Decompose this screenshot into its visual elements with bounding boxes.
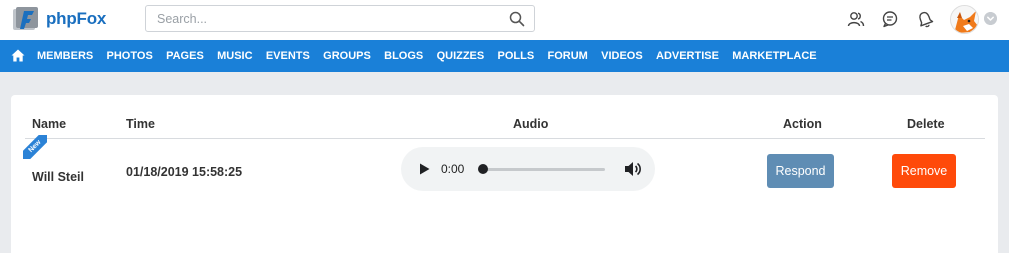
audio-progress-bar[interactable] (481, 168, 605, 171)
logo-text: phpFox (46, 9, 107, 28)
nav-item-photos[interactable]: PHOTOS (107, 50, 153, 62)
column-header-name: Name (32, 117, 67, 131)
column-header-delete: Delete (907, 117, 945, 131)
new-badge-label: New (23, 135, 47, 159)
new-badge: New (23, 135, 47, 159)
search-box[interactable] (145, 5, 535, 32)
column-header-audio: Audio (513, 117, 549, 131)
nav-item-music[interactable]: MUSIC (217, 50, 252, 62)
phpfox-logo-icon (13, 7, 38, 30)
play-icon[interactable] (419, 163, 430, 175)
search-input[interactable] (146, 6, 496, 31)
fox-avatar-icon (951, 6, 978, 33)
column-header-time: Time (126, 117, 155, 131)
remove-button[interactable]: Remove (892, 154, 956, 188)
friends-icon[interactable] (847, 10, 865, 28)
chat-icon[interactable] (881, 10, 899, 28)
nav-item-marketplace[interactable]: MARKETPLACE (732, 50, 816, 62)
notifications-bell-icon[interactable] (916, 10, 934, 28)
audio-current-time: 0:00 (441, 162, 465, 176)
site-logo[interactable]: phpFox (12, 5, 106, 33)
row-time: 01/18/2019 15:58:25 (126, 165, 243, 179)
nav-item-groups[interactable]: GROUPS (323, 50, 371, 62)
nav-item-pages[interactable]: PAGES (166, 50, 204, 62)
nav-item-blogs[interactable]: BLOGS (384, 50, 423, 62)
nav-item-forum[interactable]: FORUM (548, 50, 588, 62)
nav-item-advertise[interactable]: ADVERTISE (656, 50, 719, 62)
column-header-action: Action (783, 117, 822, 131)
audio-player: 0:00 (401, 147, 655, 191)
chevron-down-circle-icon[interactable] (984, 12, 997, 25)
audio-progress-thumb[interactable] (478, 164, 488, 174)
row-name: Will Steil (32, 170, 84, 184)
volume-icon[interactable] (624, 161, 642, 177)
top-header: phpFox (0, 0, 1009, 40)
nav-item-events[interactable]: EVENTS (266, 50, 310, 62)
search-icon[interactable] (509, 11, 525, 27)
voicemail-table-card: Name Time Audio Action Delete New Will S… (11, 95, 998, 253)
nav-item-members[interactable]: MEMBERS (37, 50, 93, 62)
nav-item-polls[interactable]: POLLS (498, 50, 535, 62)
nav-item-videos[interactable]: VIDEOS (601, 50, 643, 62)
main-nav: MEMBERS PHOTOS PAGES MUSIC EVENTS GROUPS… (0, 40, 1009, 72)
nav-menu: MEMBERS PHOTOS PAGES MUSIC EVENTS GROUPS… (37, 40, 830, 72)
respond-button[interactable]: Respond (767, 154, 834, 188)
nav-item-quizzes[interactable]: QUIZZES (437, 50, 485, 62)
user-avatar[interactable] (950, 5, 979, 34)
table-header-divider (25, 138, 985, 139)
home-icon[interactable] (11, 49, 25, 62)
